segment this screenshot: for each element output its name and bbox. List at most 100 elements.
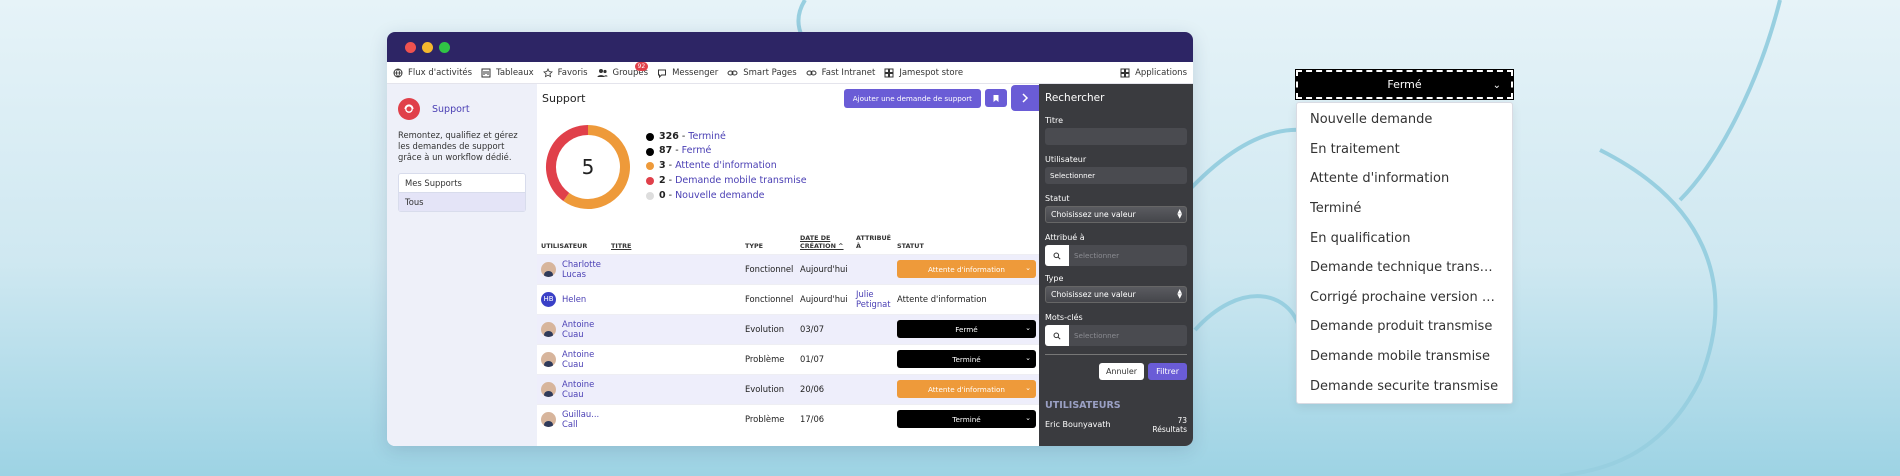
dropdown-option[interactable]: Attente d'information — [1297, 164, 1512, 194]
board-icon — [481, 68, 491, 77]
statut-select-value: Choisissez une valeur — [1051, 210, 1136, 219]
user-name-link[interactable]: Helen — [562, 294, 586, 304]
dropdown-option[interactable]: Demande mobile transmise — [1297, 342, 1512, 372]
link-icon — [727, 70, 738, 75]
nav-item-tableaux[interactable]: Tableaux — [481, 68, 534, 78]
tab-tous[interactable]: Tous — [399, 192, 525, 211]
globe-icon — [393, 68, 403, 77]
maximize-window-button[interactable] — [439, 41, 450, 53]
close-window-button[interactable] — [405, 41, 416, 53]
filter-button[interactable]: Filtrer — [1148, 363, 1187, 380]
dropdown-option-label: Nouvelle demande — [1310, 112, 1433, 128]
chevron-down-icon: ⌄ — [1025, 264, 1031, 272]
keywords-input[interactable]: Selectionner — [1069, 325, 1187, 346]
nav-item-favoris[interactable]: Favoris — [542, 68, 588, 78]
col-date[interactable]: DATE DE CRÉATION ^ — [796, 224, 852, 254]
status-select[interactable]: Terminé ⌄ — [897, 410, 1036, 429]
legend-item[interactable]: 0- Nouvelle demande — [646, 189, 807, 204]
col-user[interactable]: UTILISATEUR — [537, 224, 607, 254]
user-name-link[interactable]: Charlotte Lucas — [562, 259, 601, 279]
status-dropdown-toggle[interactable]: Fermé ⌄ — [1295, 69, 1514, 100]
nav-item-flux[interactable]: Flux d'activités — [393, 68, 472, 78]
user-avatar: HB — [541, 291, 556, 307]
dropdown-option[interactable]: En traitement — [1297, 135, 1512, 165]
assignee-link[interactable]: Julie Petignat — [856, 289, 891, 309]
legend-item[interactable]: 3- Attente d'information — [646, 159, 807, 174]
dropdown-option[interactable]: Demande securite transmise — [1297, 371, 1512, 401]
sidebar-title[interactable]: Support — [432, 104, 470, 115]
cell-title — [607, 313, 741, 344]
user-name-link[interactable]: Antoine Cuau — [562, 379, 594, 399]
legend-dot — [646, 177, 654, 186]
col-type[interactable]: TYPE — [741, 224, 796, 254]
dropdown-option[interactable]: En qualification — [1297, 223, 1512, 253]
legend-item[interactable]: 326- Terminé — [646, 130, 807, 145]
utilisateur-input[interactable]: Selectionner — [1045, 167, 1187, 184]
chevron-right-icon — [1022, 93, 1029, 103]
nav-label: Applications — [1135, 67, 1187, 78]
cell-status: Attente d'information ⌄ — [893, 373, 1039, 404]
cell-date: 01/07 — [796, 343, 852, 374]
legend-dot — [646, 162, 654, 171]
col-status[interactable]: STATUT — [893, 224, 1039, 254]
dropdown-option[interactable]: Corrigé prochaine version m... — [1297, 283, 1512, 313]
attribue-search[interactable]: Selectionner — [1045, 245, 1187, 266]
nav-item-jamespot-store[interactable]: Jamespot store — [884, 68, 963, 78]
notification-badge: 92 — [634, 61, 649, 71]
nav-item-groupes[interactable]: Groupes 92 — [597, 61, 649, 78]
dropdown-option[interactable]: Demande produit transmise — [1297, 312, 1512, 342]
select-arrows-icon: ▲ ▼ — [1177, 288, 1182, 300]
status-select[interactable]: Fermé ⌄ — [897, 320, 1036, 338]
cell-user: Antoine Cuau — [537, 373, 607, 404]
cell-type: Evolution — [741, 373, 796, 404]
statut-select[interactable]: Choisissez une valeur ▲ ▼ — [1045, 206, 1187, 223]
attribue-input[interactable]: Selectionner — [1069, 245, 1187, 266]
status-select[interactable]: Attente d'information ⌄ — [897, 380, 1036, 398]
type-select[interactable]: Choisissez une valeur ▲ ▼ — [1045, 286, 1187, 303]
user-name-link[interactable]: Antoine Cuau — [562, 349, 594, 369]
cell-assigned — [852, 403, 893, 434]
table-row[interactable]: HB Helen Fonctionnel Aujourd'hui Julie Petign… — [537, 283, 1039, 314]
status-select[interactable]: Attente d'information ⌄ — [897, 260, 1036, 278]
cancel-button[interactable]: Annuler — [1098, 363, 1145, 380]
minimize-window-button[interactable] — [422, 41, 433, 53]
legend-item[interactable]: 2- Demande mobile transmise — [646, 174, 807, 189]
user-result-row[interactable]: Eric Bounyavath 73 Résultats — [1045, 416, 1187, 434]
nav-label: Flux d'activités — [408, 67, 473, 78]
nav-label: Messenger — [672, 67, 719, 78]
tab-mes-supports[interactable]: Mes Supports — [399, 174, 525, 192]
legend-count: 3 — [659, 160, 666, 172]
table-row[interactable]: Guillau... Call Problème 17/06 Terminé ⌄ — [537, 403, 1039, 434]
user-name-link[interactable]: Antoine Cuau — [562, 319, 594, 339]
add-support-request-button[interactable]: Ajouter une demande de support — [843, 88, 981, 108]
toggle-search-panel-button[interactable] — [1011, 85, 1039, 111]
legend-item[interactable]: 87- Fermé — [646, 144, 807, 159]
nav-item-smart-pages[interactable]: Smart Pages — [727, 68, 797, 78]
table-header-row: UTILISATEUR TITRE TYPE DATE DE CRÉATION ^… — [537, 224, 1039, 254]
dropdown-option[interactable]: Terminé — [1297, 194, 1512, 224]
user-name-line2: Cuau — [562, 389, 584, 399]
col-assigned[interactable]: ATTRIBUÉ À — [852, 224, 893, 254]
dropdown-option[interactable]: Nouvelle demande — [1297, 105, 1512, 135]
table-row[interactable]: Antoine Cuau Evolution 20/06 Attente d'infor… — [537, 373, 1039, 404]
keywords-search[interactable]: Selectionner — [1045, 325, 1187, 346]
store-icon — [884, 68, 894, 77]
table-row[interactable]: Antoine Cuau Evolution 03/07 Fermé ⌄ — [537, 313, 1039, 344]
nav-item-fast-intranet[interactable]: Fast Intranet — [806, 68, 875, 78]
status-value: Fermé — [955, 324, 978, 334]
table-row[interactable]: Charlotte Lucas Fonctionnel Aujourd'hui Atte… — [537, 253, 1039, 284]
status-donut-chart: 5 — [542, 121, 634, 213]
support-table: UTILISATEUR TITRE TYPE DATE DE CRÉATION ^… — [537, 224, 1039, 434]
legend-separator: - — [675, 145, 679, 157]
nav-item-applications[interactable]: Applications — [1120, 68, 1187, 78]
nav-item-messenger[interactable]: Messenger — [657, 68, 718, 78]
user-name-link[interactable]: Guillau... Call — [562, 409, 599, 429]
table-row[interactable]: Antoine Cuau Problème 01/07 Terminé ⌄ — [537, 343, 1039, 374]
col-date-line1: DATE DE — [800, 233, 831, 242]
titre-input[interactable] — [1045, 128, 1187, 145]
col-title[interactable]: TITRE — [607, 224, 741, 254]
status-select[interactable]: Terminé ⌄ — [897, 350, 1036, 368]
page-title: Support — [542, 91, 586, 105]
dropdown-option[interactable]: Demande technique transmi... — [1297, 253, 1512, 283]
bookmark-button[interactable] — [985, 89, 1007, 107]
